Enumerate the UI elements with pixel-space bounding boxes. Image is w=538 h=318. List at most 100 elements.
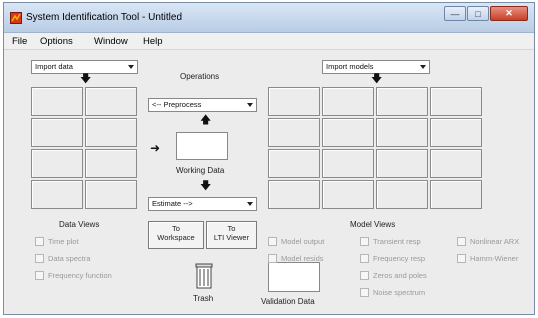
model-board [268, 87, 482, 209]
import-models-label: Import models [326, 62, 374, 71]
model-slot[interactable] [268, 87, 320, 116]
menu-window[interactable]: Window [94, 36, 128, 47]
frequency-function-label: Frequency function [48, 271, 112, 280]
title-bar[interactable]: System Identification Tool - Untitled — … [4, 3, 534, 33]
model-slot[interactable] [268, 118, 320, 147]
close-icon[interactable]: ✕ [490, 6, 528, 21]
import-data-label: Import data [35, 62, 73, 71]
data-board [31, 87, 137, 209]
estimate-dropdown[interactable]: Estimate --> [148, 197, 257, 211]
model-slot[interactable] [430, 180, 482, 209]
estimate-label: Estimate --> [152, 199, 193, 208]
checkbox-box[interactable] [457, 254, 466, 263]
validation-data-slot[interactable] [268, 262, 320, 292]
checkbox-box[interactable] [457, 237, 466, 246]
model-slot[interactable] [376, 149, 428, 178]
model-slot[interactable] [322, 180, 374, 209]
import-models-dropdown[interactable]: Import models [322, 60, 430, 74]
preprocess-dropdown[interactable]: <-- Preprocess [148, 98, 257, 112]
model-slot[interactable] [430, 87, 482, 116]
window-controls: — □ ✕ [444, 6, 528, 21]
menu-bar: File Options Window Help [4, 33, 534, 50]
data-spectra-label: Data spectra [48, 254, 91, 263]
model-resids-checkbox[interactable]: Model resids [268, 254, 324, 263]
maximize-icon[interactable]: □ [467, 6, 489, 21]
model-output-label: Model output [281, 237, 325, 246]
to-workspace-line2: Workspace [157, 233, 195, 242]
model-slot[interactable] [322, 149, 374, 178]
hamm-wiener-checkbox[interactable]: Hamm-Wiener [457, 254, 518, 263]
working-data-label: Working Data [176, 166, 225, 175]
to-lti-viewer-button[interactable]: To LTI Viewer [206, 221, 257, 249]
time-plot-checkbox[interactable]: Time plot [35, 237, 79, 246]
menu-options[interactable]: Options [40, 36, 73, 47]
model-resids-label: Model resids [281, 254, 324, 263]
model-views-title: Model Views [350, 220, 396, 229]
model-slot[interactable] [430, 118, 482, 147]
data-slot[interactable] [31, 180, 83, 209]
checkbox-box[interactable] [268, 237, 277, 246]
zeros-poles-checkbox[interactable]: Zeros and poles [360, 271, 427, 280]
data-slot[interactable] [31, 149, 83, 178]
to-workspace-button[interactable]: To Workspace [148, 221, 204, 249]
chevron-down-icon [128, 65, 134, 69]
app-window: System Identification Tool - Untitled — … [3, 2, 535, 315]
menu-file[interactable]: File [12, 36, 27, 47]
data-slot[interactable] [31, 118, 83, 147]
model-slot[interactable] [268, 180, 320, 209]
data-slot[interactable] [85, 87, 137, 116]
to-workspace-line1: To [172, 224, 180, 233]
chevron-down-icon [420, 65, 426, 69]
nonlinear-arx-label: Nonlinear ARX [470, 237, 520, 246]
transient-resp-label: Transient resp [373, 237, 421, 246]
nonlinear-arx-checkbox[interactable]: Nonlinear ARX [457, 237, 519, 246]
frequency-function-checkbox[interactable]: Frequency function [35, 271, 112, 280]
arrow-down-icon: 🡇 [200, 180, 212, 192]
trash-icon[interactable] [194, 262, 214, 292]
model-slot[interactable] [322, 118, 374, 147]
model-slot[interactable] [376, 118, 428, 147]
data-spectra-checkbox[interactable]: Data spectra [35, 254, 91, 263]
to-lti-line1: To [227, 224, 236, 233]
model-slot[interactable] [376, 87, 428, 116]
noise-spectrum-label: Noise spectrum [373, 288, 426, 297]
hamm-wiener-label: Hamm-Wiener [470, 254, 519, 263]
data-slot[interactable] [85, 180, 137, 209]
checkbox-box[interactable] [360, 271, 369, 280]
model-slot[interactable] [376, 180, 428, 209]
window-title: System Identification Tool - Untitled [26, 12, 183, 23]
checkbox-box[interactable] [360, 254, 369, 263]
transient-resp-checkbox[interactable]: Transient resp [360, 237, 421, 246]
model-slot[interactable] [268, 149, 320, 178]
main-content: Import data 🡇 Data Views Time plot Data … [4, 50, 534, 314]
data-slot[interactable] [85, 118, 137, 147]
checkbox-box[interactable] [35, 271, 44, 280]
checkbox-box[interactable] [360, 237, 369, 246]
arrow-right-icon: ➜ [150, 141, 161, 155]
model-slot[interactable] [322, 87, 374, 116]
data-views-title: Data Views [59, 220, 100, 229]
checkbox-box[interactable] [35, 237, 44, 246]
arrow-up-icon: 🡅 [200, 114, 212, 126]
model-slot[interactable] [430, 149, 482, 178]
preprocess-label: <-- Preprocess [152, 100, 202, 109]
time-plot-label: Time plot [48, 237, 79, 246]
working-data-slot[interactable] [176, 132, 228, 160]
checkbox-box[interactable] [35, 254, 44, 263]
menu-help[interactable]: Help [143, 36, 163, 47]
arrow-down-icon: 🡇 [80, 73, 92, 85]
zeros-poles-label: Zeros and poles [373, 271, 427, 280]
chevron-down-icon [247, 103, 253, 107]
minimize-icon[interactable]: — [444, 6, 466, 21]
arrow-down-icon: 🡇 [371, 73, 383, 85]
noise-spectrum-checkbox[interactable]: Noise spectrum [360, 288, 425, 297]
import-data-dropdown[interactable]: Import data [31, 60, 138, 74]
chevron-down-icon [247, 202, 253, 206]
checkbox-box[interactable] [360, 288, 369, 297]
data-slot[interactable] [31, 87, 83, 116]
frequency-resp-checkbox[interactable]: Frequency resp [360, 254, 425, 263]
data-slot[interactable] [85, 149, 137, 178]
model-output-checkbox[interactable]: Model output [268, 237, 324, 246]
checkbox-box[interactable] [268, 254, 277, 263]
to-lti-line2: LTI Viewer [213, 233, 250, 242]
